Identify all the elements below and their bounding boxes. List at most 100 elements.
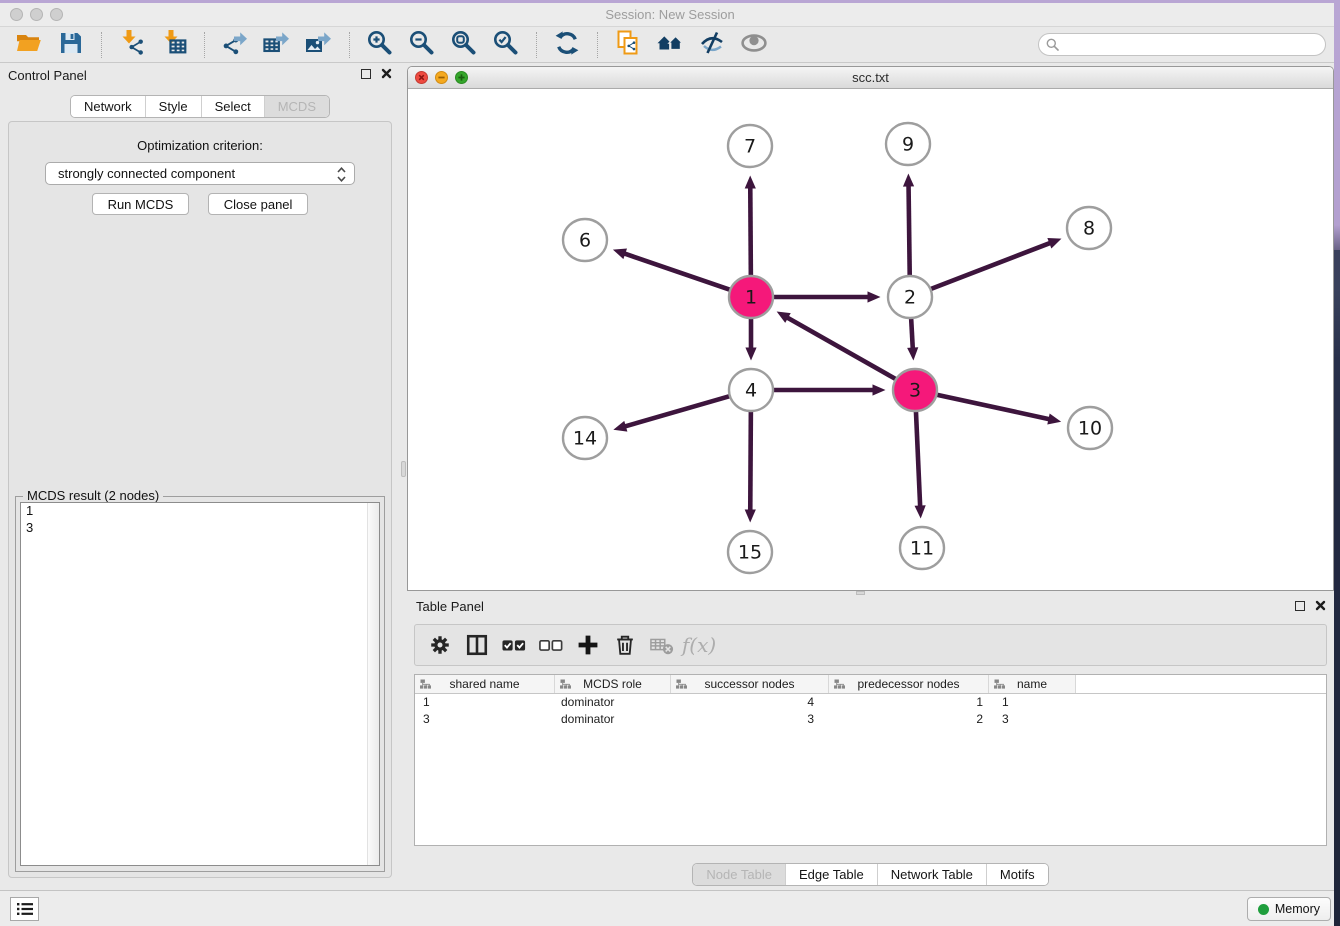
node-7[interactable]: 7: [728, 125, 772, 167]
zoom-fit-button[interactable]: [447, 30, 481, 60]
memory-button[interactable]: Memory: [1247, 897, 1331, 921]
edge-3-11[interactable]: [915, 410, 926, 518]
edge-1-7[interactable]: [745, 175, 756, 276]
node-2[interactable]: 2: [888, 276, 932, 318]
close-panel-icon[interactable]: [381, 68, 392, 79]
network-graph: 7 9 6 8 1 2 4 3 14 10 15 11: [408, 89, 1333, 591]
tab-motifs[interactable]: Motifs: [986, 864, 1048, 885]
clone-network-button[interactable]: [611, 30, 645, 60]
hide-graphics-details-button[interactable]: [695, 30, 729, 60]
run-mcds-button[interactable]: Run MCDS: [92, 193, 190, 215]
vertical-splitter-handle[interactable]: [401, 461, 406, 477]
tab-select[interactable]: Select: [201, 96, 264, 117]
node-table[interactable]: shared nameMCDS rolesuccessor nodesprede…: [414, 674, 1327, 846]
table-cell[interactable]: 1: [829, 694, 989, 711]
minimize-window-icon[interactable]: [30, 8, 43, 21]
edge-4-3[interactable]: [772, 384, 886, 395]
gear-button[interactable]: [425, 630, 455, 660]
table-cell[interactable]: dominator: [555, 694, 671, 711]
edge-3-1[interactable]: [777, 312, 898, 380]
tab-node-table[interactable]: Node Table: [693, 864, 785, 885]
criterion-value: strongly connected component: [58, 166, 235, 181]
edge-1-2[interactable]: [772, 291, 881, 302]
criterion-dropdown[interactable]: strongly connected component: [45, 162, 355, 185]
zoom-out-button[interactable]: [405, 30, 439, 60]
zoom-in-button[interactable]: [363, 30, 397, 60]
tab-edge-table[interactable]: Edge Table: [785, 864, 877, 885]
edge-1-4[interactable]: [745, 318, 756, 361]
tab-network-table[interactable]: Network Table: [877, 864, 986, 885]
edge-2-3[interactable]: [907, 317, 918, 360]
column-header-MCDS-role[interactable]: MCDS role: [555, 675, 671, 693]
node-10[interactable]: 10: [1068, 407, 1112, 449]
float-table-panel-icon[interactable]: [1295, 601, 1305, 611]
task-history-button[interactable]: [10, 897, 39, 921]
edge-1-6[interactable]: [613, 249, 732, 291]
zoom-view-icon[interactable]: [455, 71, 468, 84]
edge-2-8[interactable]: [929, 238, 1061, 290]
close-table-panel-icon[interactable]: [1315, 600, 1326, 611]
result-scrollbar[interactable]: [367, 503, 379, 865]
float-panel-icon[interactable]: [361, 69, 371, 79]
unselect-all-button[interactable]: [536, 630, 566, 660]
node-14[interactable]: 14: [563, 417, 607, 459]
export-network-button[interactable]: [218, 30, 252, 60]
first-neighbors-button[interactable]: [653, 30, 687, 60]
table-cell[interactable]: 1: [415, 694, 555, 711]
column-header-predecessor-nodes[interactable]: predecessor nodes: [829, 675, 989, 693]
delete-button[interactable]: [610, 630, 640, 660]
node-8[interactable]: 8: [1067, 207, 1111, 249]
search-input[interactable]: [1038, 33, 1326, 56]
close-window-icon[interactable]: [10, 8, 23, 21]
import-network-button[interactable]: [115, 30, 149, 60]
node-11[interactable]: 11: [900, 527, 944, 569]
import-table-button[interactable]: [157, 30, 191, 60]
edge-2-9[interactable]: [903, 173, 914, 276]
edge-3-10[interactable]: [935, 394, 1061, 424]
table-cell[interactable]: 3: [989, 711, 1076, 728]
column-header-successor-nodes[interactable]: successor nodes: [671, 675, 829, 693]
network-canvas[interactable]: 7 9 6 8 1 2 4 3 14 10 15 11: [408, 89, 1333, 590]
gear-icon: [428, 633, 452, 657]
node-15[interactable]: 15: [728, 531, 772, 573]
table-cell[interactable]: dominator: [555, 711, 671, 728]
export-table-button[interactable]: [260, 30, 294, 60]
export-image-button[interactable]: [302, 30, 336, 60]
table-cell[interactable]: 2: [829, 711, 989, 728]
edge-4-15[interactable]: [745, 410, 756, 522]
node-3[interactable]: 3: [893, 369, 937, 411]
node-1[interactable]: 1: [729, 276, 773, 318]
select-all-button[interactable]: [499, 630, 529, 660]
refresh-button[interactable]: [550, 30, 584, 60]
column-header-shared-name[interactable]: shared name: [415, 675, 555, 693]
mcds-result-area[interactable]: 13: [20, 502, 380, 866]
columns-button[interactable]: [462, 630, 492, 660]
zoom-selected-button[interactable]: [489, 30, 523, 60]
search-icon: [1046, 38, 1059, 51]
tab-network[interactable]: Network: [71, 96, 145, 117]
tab-mcds[interactable]: MCDS: [264, 96, 329, 117]
horizontal-splitter-handle[interactable]: [856, 591, 865, 595]
table-row[interactable]: 3dominator323: [415, 711, 1326, 728]
minimize-view-icon[interactable]: [435, 71, 448, 84]
save-session-button[interactable]: [54, 30, 88, 60]
open-session-button[interactable]: [12, 30, 46, 60]
network-window-controls: [415, 71, 468, 84]
column-header-name[interactable]: name: [989, 675, 1076, 693]
close-view-icon[interactable]: [415, 71, 428, 84]
table-cell[interactable]: 1: [989, 694, 1076, 711]
close-panel-button[interactable]: Close panel: [208, 193, 309, 215]
app-window-controls: [10, 8, 63, 21]
table-cell[interactable]: 3: [671, 711, 829, 728]
node-6[interactable]: 6: [563, 219, 607, 261]
add-button[interactable]: [573, 630, 603, 660]
table-row[interactable]: 1dominator411: [415, 694, 1326, 711]
edge-4-14[interactable]: [613, 396, 731, 432]
zoom-window-icon[interactable]: [50, 8, 63, 21]
tab-style[interactable]: Style: [145, 96, 201, 117]
table-cell[interactable]: 4: [671, 694, 829, 711]
show-graphics-details-button[interactable]: [737, 30, 771, 60]
node-4[interactable]: 4: [729, 369, 773, 411]
node-9[interactable]: 9: [886, 123, 930, 165]
table-cell[interactable]: 3: [415, 711, 555, 728]
